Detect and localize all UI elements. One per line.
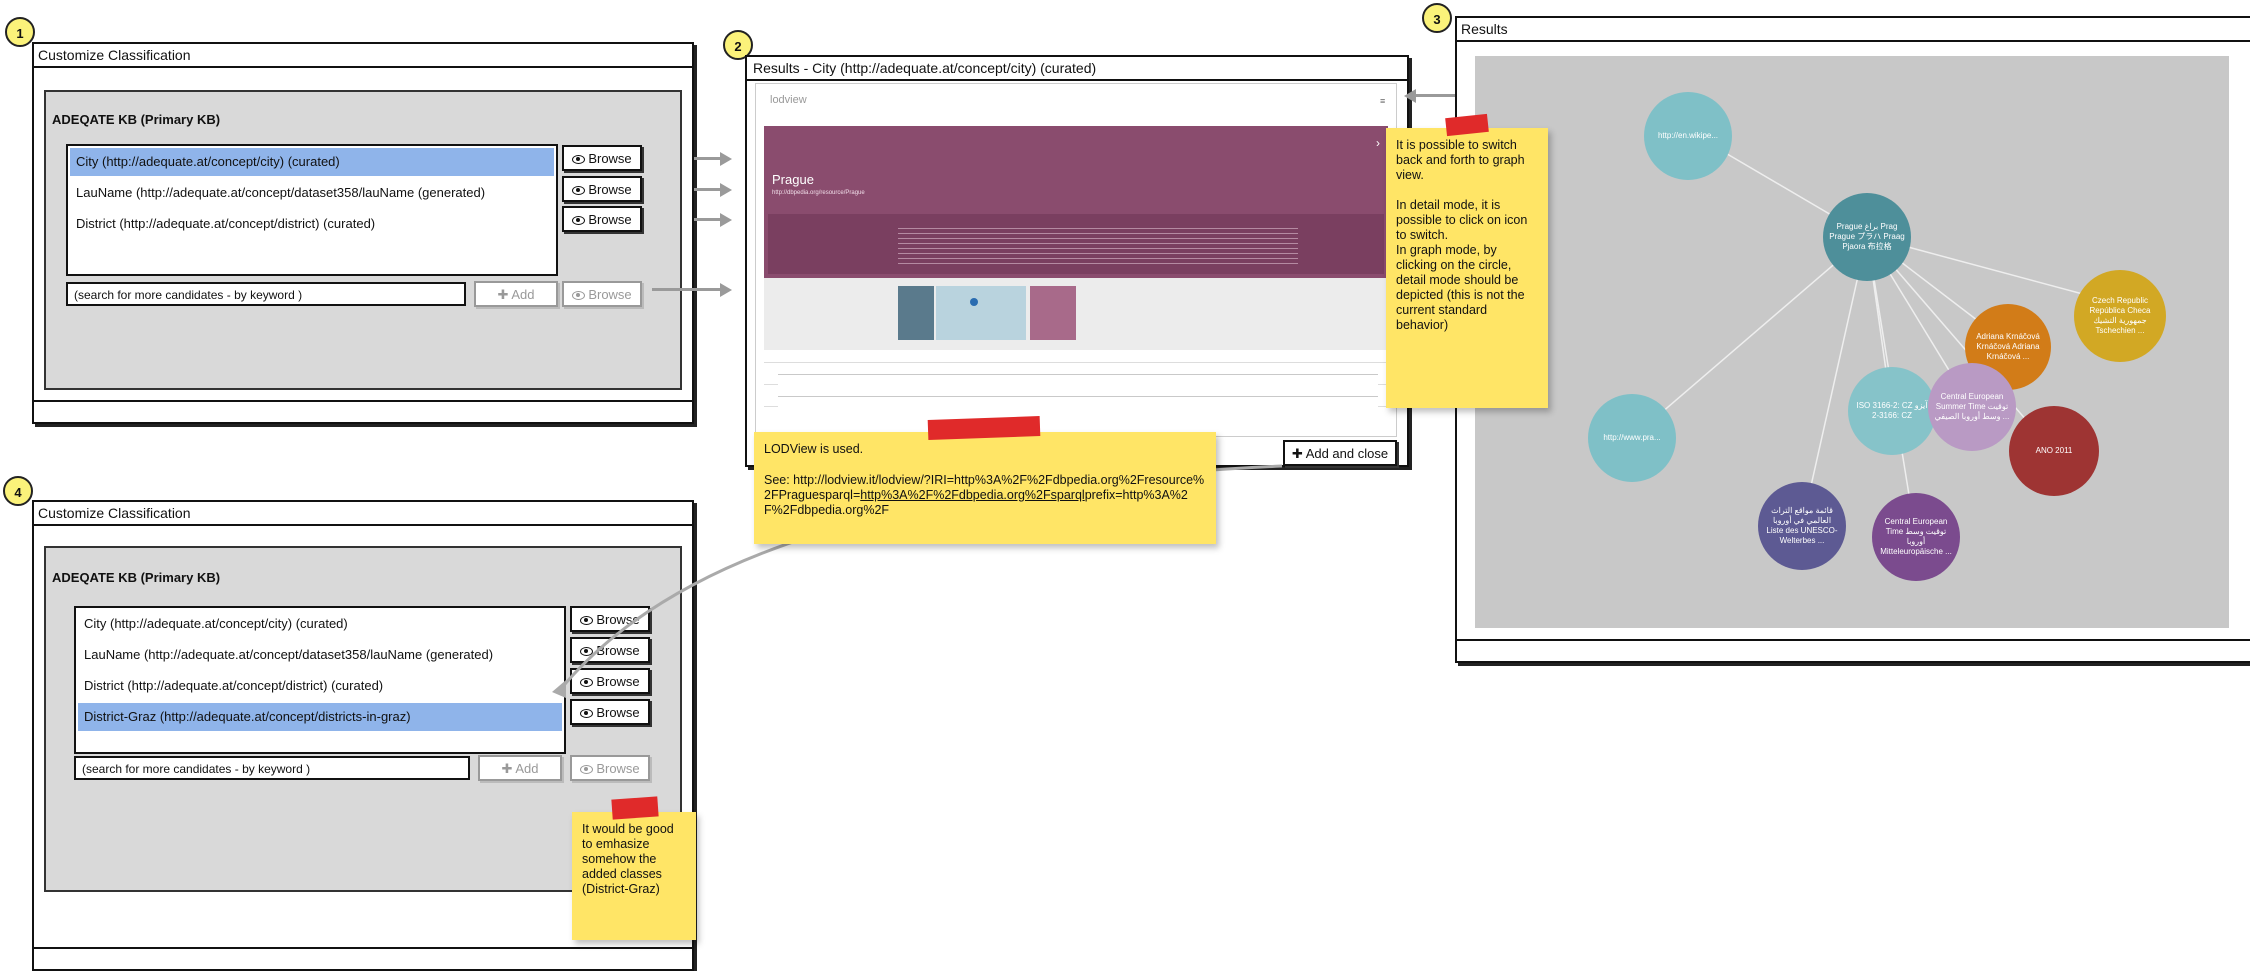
step-badge-4: 4 <box>3 476 33 506</box>
kb-title: ADEQATE KB (Primary KB) <box>52 570 221 585</box>
arrow-connector <box>652 288 722 291</box>
results-city-window: Results - City (http://adequate.at/conce… <box>745 55 1409 467</box>
arrow-connector <box>694 218 722 221</box>
graph-switch-icon[interactable]: › <box>1376 136 1380 150</box>
lodview-note-line1: LODView is used. <box>764 442 864 456</box>
node-wikipedia[interactable]: http://en.wikipe... <box>1644 92 1732 180</box>
browse-button-city[interactable]: Browse <box>570 606 650 632</box>
node-iso-3166[interactable]: ISO 3166-2: CZ آيزو 3166-2: CZ <box>1848 367 1936 455</box>
add-button[interactable]: ✚ Add <box>474 281 558 307</box>
arrow-head <box>720 213 732 227</box>
browse-button-district[interactable]: Browse <box>570 668 650 694</box>
add-and-close-button[interactable]: ✚ Add and close <box>1283 440 1397 466</box>
note-emphasize: It would be good to emhasize somehow the… <box>572 812 696 940</box>
lodview-page: lodview ≡ Prague http://dbpedia.org/reso… <box>755 83 1397 437</box>
lodview-note-url: See: http://lodview.it/lodview/?IRI=http… <box>764 473 1205 517</box>
browse-button-search[interactable]: Browse <box>570 755 650 781</box>
lodview-header: Prague http://dbpedia.org/resource/Pragu… <box>764 126 1388 278</box>
lodview-logo: lodview <box>770 94 807 106</box>
window-title: Results <box>1457 18 2250 42</box>
kb-panel: ADEQATE KB (Primary KB) City (http://ade… <box>44 90 682 390</box>
resource-title: Prague <box>772 172 814 187</box>
plus-icon: ✚ <box>1291 446 1306 461</box>
note-lodview: LODView is used. See: http://lodview.it/… <box>754 432 1216 544</box>
arrow-head <box>720 183 732 197</box>
list-item-district[interactable]: District (http://adequate.at/concept/dis… <box>70 210 554 238</box>
results-graph-window: Results http://en.wikipe... Prague براغ … <box>1455 16 2250 663</box>
eye-icon <box>580 765 594 775</box>
node-cet[interactable]: Central European Time توقيت وسط أوروبا M… <box>1872 493 1960 581</box>
note-graph-switch: It is possible to switch back and forth … <box>1386 128 1548 408</box>
node-praha-website[interactable]: http://www.pra... <box>1588 394 1676 482</box>
list-item-district[interactable]: District (http://adequate.at/concept/dis… <box>78 672 562 700</box>
customize-classification-window-1: Customize Classification ADEQATE KB (Pri… <box>32 42 694 424</box>
note-tape <box>927 416 1041 440</box>
node-czech-republic[interactable]: Czech Republic República Checa جمهورية ا… <box>2074 270 2166 362</box>
eye-icon <box>572 155 586 165</box>
list-item-launame[interactable]: LauName (http://adequate.at/concept/data… <box>78 641 562 669</box>
list-item-city[interactable]: City (http://adequate.at/concept/city) (… <box>78 610 562 638</box>
window-title: Results - City (http://adequate.at/conce… <box>747 57 1407 81</box>
resource-iri: http://dbpedia.org/resource/Prague <box>772 190 865 196</box>
list-item-launame[interactable]: LauName (http://adequate.at/concept/data… <box>70 179 554 207</box>
eye-icon <box>572 186 586 196</box>
eye-icon <box>580 647 594 657</box>
list-item-city[interactable]: City (http://adequate.at/concept/city) (… <box>70 148 554 176</box>
add-button[interactable]: ✚ Add <box>478 755 562 781</box>
eye-icon <box>572 291 586 301</box>
plus-icon: ✚ <box>497 287 512 302</box>
window-title: Customize Classification <box>34 502 692 526</box>
map-pin-icon <box>970 298 978 306</box>
browse-button-city[interactable]: Browse <box>562 145 642 171</box>
menu-icon[interactable]: ≡ <box>1380 96 1385 106</box>
search-input[interactable]: (search for more candidates - by keyword… <box>74 756 470 780</box>
abstract-lines <box>898 224 1298 264</box>
browse-button-district-graz[interactable]: Browse <box>570 699 650 725</box>
arrow-head <box>1404 89 1416 103</box>
cloud-thumbnail[interactable] <box>1030 286 1076 340</box>
map-thumbnail[interactable] <box>936 286 1026 340</box>
browse-button-district[interactable]: Browse <box>562 206 642 232</box>
step-badge-3: 3 <box>1422 3 1452 33</box>
class-listbox[interactable]: City (http://adequate.at/concept/city) (… <box>74 606 566 754</box>
eye-icon <box>580 678 594 688</box>
arrow-head <box>720 152 732 166</box>
node-ano-2011[interactable]: ANO 2011 <box>2009 406 2099 496</box>
node-prague[interactable]: Prague براغ Prag Prague プラハ Praag Pjaora… <box>1823 193 1911 281</box>
graph-canvas[interactable]: http://en.wikipe... Prague براغ Prag Pra… <box>1475 56 2229 628</box>
class-listbox[interactable]: City (http://adequate.at/concept/city) (… <box>66 144 558 276</box>
eye-icon <box>572 216 586 226</box>
property-values <box>778 368 1378 414</box>
note-tape <box>611 796 659 820</box>
abstract-block <box>768 214 1384 274</box>
arrow-head <box>720 283 732 297</box>
property-row <box>764 362 1388 363</box>
node-unesco[interactable]: قائمة مواقع التراث العالمي في أوروبا Lis… <box>1758 482 1846 570</box>
window-title: Customize Classification <box>34 44 692 68</box>
image-strip <box>764 278 1388 350</box>
photo-thumbnail[interactable] <box>898 286 934 340</box>
step-badge-1: 1 <box>5 17 35 47</box>
browse-button-launame[interactable]: Browse <box>570 637 650 663</box>
kb-title: ADEQATE KB (Primary KB) <box>52 112 221 127</box>
eye-icon <box>580 616 594 626</box>
eye-icon <box>580 709 594 719</box>
list-item-district-graz[interactable]: District-Graz (http://adequate.at/concep… <box>78 703 562 731</box>
plus-icon: ✚ <box>501 761 516 776</box>
switch-arrow <box>1410 94 1460 97</box>
window-footer <box>34 947 692 969</box>
arrow-connector <box>694 157 722 160</box>
node-cest[interactable]: Central European Summer Time توقيت وسط أ… <box>1928 363 2016 451</box>
search-input[interactable]: (search for more candidates - by keyword… <box>66 282 466 306</box>
browse-button-search[interactable]: Browse <box>562 281 642 307</box>
browse-button-launame[interactable]: Browse <box>562 176 642 202</box>
sparql-link[interactable]: http%3A%2F%2Fdbpedia.org%2Fsparql <box>860 488 1084 502</box>
arrow-connector <box>694 188 722 191</box>
window-footer <box>1457 639 2250 661</box>
window-footer <box>34 400 692 422</box>
